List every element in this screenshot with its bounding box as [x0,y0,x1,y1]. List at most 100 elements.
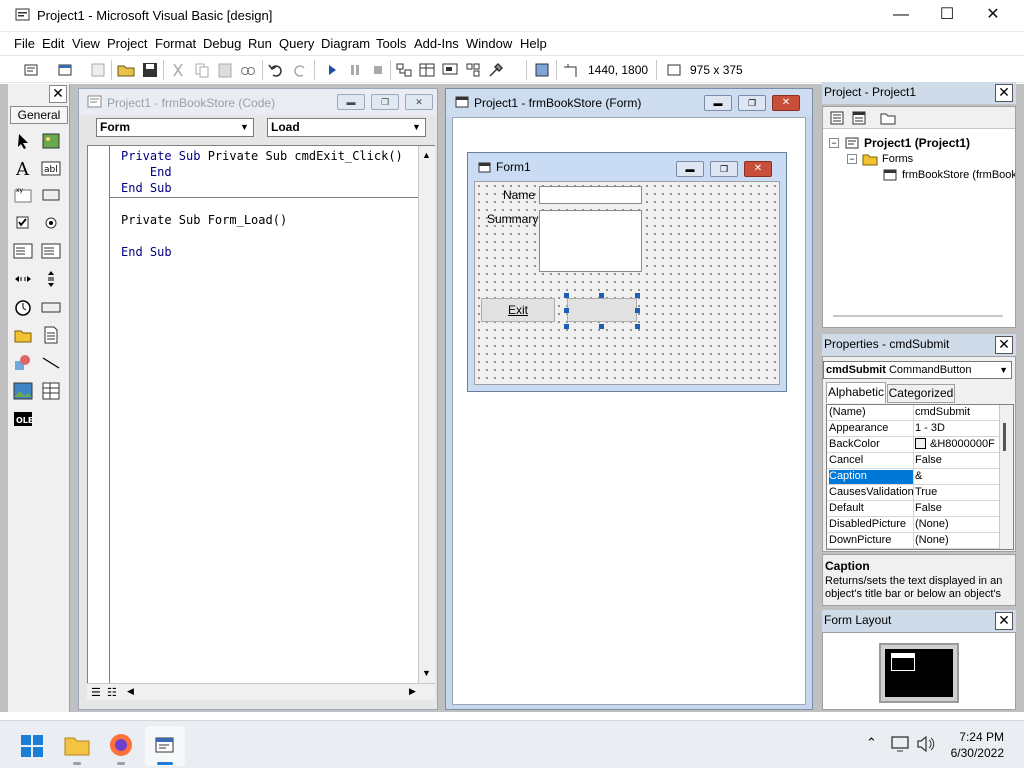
properties-scrollbar[interactable] [999,405,1013,549]
code-minimize-button[interactable]: ▬ [337,94,365,110]
paste-icon[interactable] [215,60,235,80]
ole-tool-icon[interactable]: OLE [12,408,34,430]
toggle-folders-icon[interactable] [879,110,897,126]
selection-handle[interactable] [635,324,640,329]
exit-button[interactable]: Exit [481,298,555,322]
scroll-down-icon[interactable]: ▼ [422,668,431,678]
name-textbox[interactable] [539,186,642,204]
scroll-right-icon[interactable]: ▶ [409,686,416,697]
object-selector[interactable]: cmdSubmit CommandButton ▼ [823,361,1012,379]
combobox-tool-icon[interactable] [12,240,34,262]
menu-query[interactable]: Query [279,36,314,51]
line-tool-icon[interactable] [40,352,62,374]
menu-diagram[interactable]: Diagram [321,36,370,51]
object-dropdown[interactable]: Form ▼ [96,118,254,137]
tree-form-item[interactable]: frmBookStore (frmBookStore) [902,169,1015,181]
vscrollbar-tool-icon[interactable] [40,268,62,290]
code-close-button[interactable]: ✕ [405,94,433,110]
firefox-icon[interactable] [108,732,134,758]
menu-file[interactable]: File [14,36,35,51]
form1-restore-button[interactable]: ❐ [710,161,738,177]
add-project-icon[interactable] [22,60,42,80]
code-window-titlebar[interactable]: Project1 - frmBookStore (Code) ▬ ❐ ✕ [79,89,437,115]
find-icon[interactable] [238,60,258,80]
checkbox-tool-icon[interactable] [12,212,34,234]
file-explorer-icon[interactable] [64,733,90,757]
menu-debug[interactable]: Debug [203,36,241,51]
taskbar-date[interactable]: 6/30/2022 [940,746,1004,760]
procedure-view-icon[interactable]: ☰ [91,686,101,699]
procedure-dropdown[interactable]: Load ▼ [267,118,426,137]
close-button[interactable]: ✕ [970,0,1016,32]
pointer-tool-icon[interactable] [12,130,34,152]
menu-editor-icon[interactable] [88,60,108,80]
menu-edit[interactable]: Edit [42,36,64,51]
toolbox-icon[interactable] [486,60,506,80]
property-row[interactable]: CausesValidation True [827,485,999,501]
maximize-button[interactable]: ☐ [924,0,970,32]
selection-handle[interactable] [564,324,569,329]
view-code-icon[interactable] [829,110,845,126]
property-row[interactable]: DownPicture (None) [827,533,999,549]
hscrollbar-tool-icon[interactable] [12,268,34,290]
selection-handle[interactable] [564,308,569,313]
network-icon[interactable] [891,736,909,752]
optionbutton-tool-icon[interactable] [40,212,62,234]
commandbutton-tool-icon[interactable] [40,184,62,206]
toolbox-tab-general[interactable]: General [10,106,68,124]
drivelistbox-tool-icon[interactable] [40,296,62,318]
image-tool-icon[interactable] [12,380,34,402]
form1-close-button[interactable]: ✕ [744,161,772,177]
menu-view[interactable]: View [72,36,100,51]
property-row[interactable]: BackColor &H8000000F [827,437,999,453]
data-view-icon[interactable] [532,60,552,80]
windows-start-icon[interactable] [20,734,44,758]
break-icon[interactable] [345,60,365,80]
properties-pane-close-button[interactable]: ✕ [995,336,1013,354]
start-icon[interactable] [322,60,342,80]
property-row[interactable]: (Name) cmdSubmit [827,405,999,421]
menu-help[interactable]: Help [520,36,547,51]
project-horizontal-scrollbar[interactable] [833,315,1003,321]
form-minimize-button[interactable]: ▬ [704,95,732,111]
form-layout-close-button[interactable]: ✕ [995,612,1013,630]
frame-tool-icon[interactable]: xy [12,184,34,206]
scroll-left-icon[interactable]: ◀ [127,686,134,697]
menu-window[interactable]: Window [466,36,512,51]
selection-handle[interactable] [564,293,569,298]
code-restore-button[interactable]: ❐ [371,94,399,110]
taskbar-vb-button[interactable] [145,726,185,766]
property-row-selected[interactable]: Caption & [827,469,999,485]
copy-icon[interactable] [192,60,212,80]
taskbar-time[interactable]: 7:24 PM [940,730,1004,744]
label-tool-icon[interactable]: A [12,157,34,179]
tree-forms-folder[interactable]: Forms [882,153,913,165]
project-pane-close-button[interactable]: ✕ [995,84,1013,102]
property-row[interactable]: Appearance 1 - 3D [827,421,999,437]
tree-collapse-icon[interactable]: − [829,138,839,148]
picturebox-tool-icon[interactable] [40,130,62,152]
listbox-tool-icon[interactable] [40,240,62,262]
full-module-view-icon[interactable]: ☷ [107,686,117,699]
redo-icon[interactable] [290,60,310,80]
designed-form[interactable]: Form1 ▬ ❐ ✕ Name Summary Exit [467,152,787,392]
menu-tools[interactable]: Tools [376,36,406,51]
property-row[interactable]: Cancel False [827,453,999,469]
project-explorer-icon[interactable] [394,60,414,80]
form-layout-icon[interactable] [440,60,460,80]
form-window-titlebar[interactable]: Project1 - frmBookStore (Form) ▬ ❐ ✕ [446,89,812,117]
save-project-icon[interactable] [140,60,160,80]
dirlistbox-tool-icon[interactable] [12,324,34,346]
property-row[interactable]: DisabledPicture (None) [827,517,999,533]
form-close-button[interactable]: ✕ [772,95,800,111]
selection-handle[interactable] [635,293,640,298]
summary-label[interactable]: Summary [487,212,538,226]
selection-handle[interactable] [599,324,604,329]
cut-icon[interactable] [168,60,188,80]
timer-tool-icon[interactable] [12,296,34,318]
menu-add-ins[interactable]: Add-Ins [414,36,459,51]
code-editor[interactable]: Private Sub Private Sub cmdExit_Click() … [87,145,435,685]
open-project-icon[interactable] [116,60,136,80]
undo-icon[interactable] [266,60,286,80]
form-position-preview[interactable] [891,653,915,671]
